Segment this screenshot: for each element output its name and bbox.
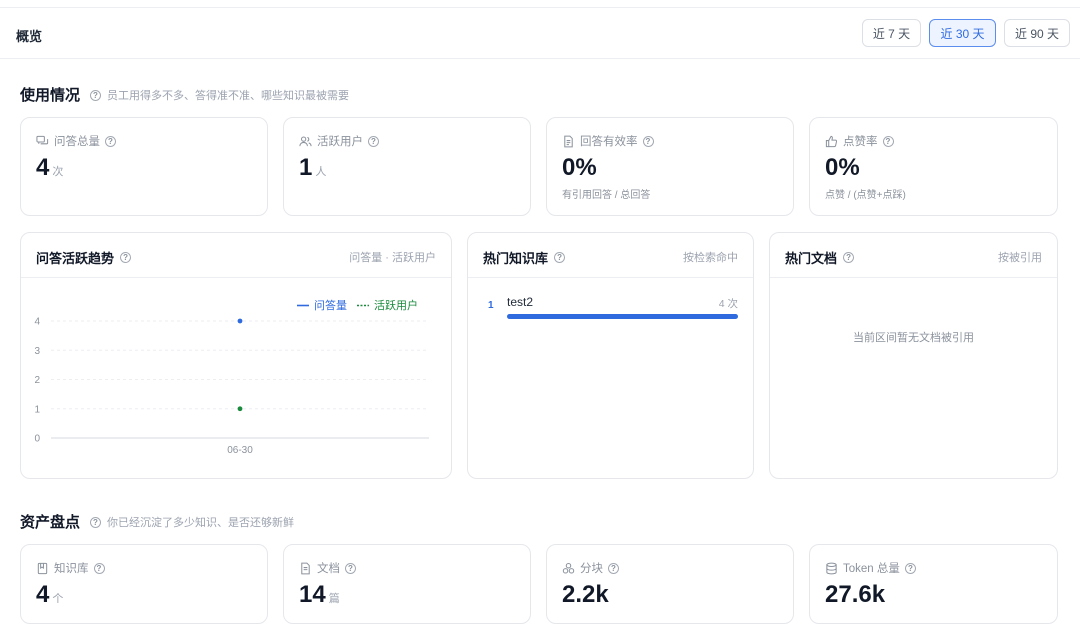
qa-trend-chart: 0 1 2 3 4 06-30 问答量 活跃用户 <box>34 298 429 456</box>
x-tick-label: 06-30 <box>227 445 253 456</box>
help-icon[interactable]: ? <box>345 562 356 574</box>
panel-title: 热门知识库 <box>483 251 549 266</box>
y-tick-label: 4 <box>34 317 40 328</box>
kb-name: test2 <box>507 295 534 309</box>
help-icon[interactable]: ? <box>90 516 101 528</box>
database-icon <box>826 562 837 574</box>
help-icon[interactable]: ? <box>554 252 566 263</box>
stat-label-text: 回答有效率 <box>580 136 638 148</box>
assets-help-text: 你已经沉淀了多少知识、是否还够新鲜 <box>107 517 294 529</box>
panel-note: 问答量 · 活跃用户 <box>349 252 436 264</box>
help-icon[interactable]: ? <box>120 252 132 263</box>
hot-documents-panel: 热门文档 ? 按被引用 当前区间暂无文档被引用 <box>769 232 1058 479</box>
stat-value: 4 <box>36 154 50 181</box>
usage-help-text: 员工用得多不多、答得准不准、哪些知识最被需要 <box>107 90 349 102</box>
panel-note: 按被引用 <box>998 252 1042 264</box>
stat-label-text: 活跃用户 <box>317 136 363 148</box>
blocks-icon <box>562 562 575 574</box>
stat-value: 1 <box>299 154 313 181</box>
stat-label-text: 分块 <box>580 563 603 575</box>
stat-card-like-rate: 点赞率 ? 0% 点赞 / (点赞+点踩) <box>809 117 1058 216</box>
range-90-days-button[interactable]: 近 90 天 <box>1004 19 1070 47</box>
stat-label-text: Token 总量 <box>843 563 900 575</box>
legend-label: 活跃用户 <box>374 298 418 312</box>
kb-hit-bar <box>507 314 738 319</box>
panel-note: 按检索命中 <box>683 252 738 264</box>
stat-value: 0% <box>562 154 597 181</box>
stat-label-text: 点赞率 <box>843 136 878 148</box>
stat-value: 27.6k <box>825 581 886 608</box>
kb-count: 4 次 <box>718 298 738 310</box>
stat-value: 4 <box>36 581 50 608</box>
stat-card-chunks: 分块 ? 2.2k <box>546 544 794 624</box>
thumbs-up-icon <box>825 135 838 147</box>
kb-rank: 1 <box>488 300 494 311</box>
book-icon <box>37 562 48 574</box>
stat-label-text: 知识库 <box>54 563 89 575</box>
help-icon[interactable]: ? <box>608 562 619 574</box>
assets-section-title: 资产盘点 <box>20 514 81 531</box>
panel-title: 热门文档 <box>785 251 838 266</box>
stat-subtext: 点赞 / (点赞+点踩) <box>825 190 906 201</box>
stat-card-qa-total: 问答总量 ? 4次 <box>20 117 268 216</box>
chat-bubbles-icon <box>36 135 49 144</box>
stat-unit: 篇 <box>328 593 340 605</box>
page-header: 概览 近 7 天 近 30 天 近 90 天 <box>0 8 1080 59</box>
y-tick-label: 0 <box>34 434 40 445</box>
range-7-days-button[interactable]: 近 7 天 <box>862 19 921 47</box>
usage-section-title: 使用情况 <box>20 87 81 104</box>
stat-value: 0% <box>825 154 860 181</box>
panel-title: 问答活跃趋势 <box>36 251 115 266</box>
stat-value: 14 <box>299 581 326 608</box>
hot-knowledge-base-panel: 热门知识库 ? 按检索命中 1 test2 4 次 <box>467 232 754 479</box>
legend-label: 问答量 <box>314 298 347 312</box>
empty-state-text: 当前区间暂无文档被引用 <box>853 332 974 344</box>
help-icon[interactable]: ? <box>90 89 101 101</box>
stat-unit: 次 <box>52 166 64 178</box>
stat-label-text: 文档 <box>317 563 340 575</box>
stat-subtext: 有引用回答 / 总回答 <box>562 190 651 201</box>
y-tick-label: 1 <box>34 404 40 415</box>
stat-card-documents: 文档 ? 14 篇 <box>283 544 531 624</box>
help-icon[interactable]: ? <box>642 135 654 147</box>
help-icon[interactable]: ? <box>904 562 916 574</box>
data-point <box>237 406 243 412</box>
document-icon <box>564 135 573 147</box>
help-icon[interactable]: ? <box>368 135 379 147</box>
stat-card-knowledge-bases: 知识库 ? 4个 <box>20 544 268 624</box>
assets-section-help: ? 你已经沉淀了多少知识、是否还够新鲜 <box>90 514 294 530</box>
stat-card-answer-effective-rate: 回答有效率 ? 0% 有引用回答 / 总回答 <box>546 117 794 216</box>
users-icon <box>299 136 312 146</box>
help-icon[interactable]: ? <box>105 135 116 147</box>
page-title: 概览 <box>16 29 43 44</box>
stat-card-active-users: 活跃用户 ? 1人 <box>283 117 531 216</box>
stat-value: 2.2k <box>562 581 609 608</box>
help-icon[interactable]: ? <box>93 562 105 574</box>
stat-unit: 人 <box>315 166 327 178</box>
y-tick-label: 2 <box>34 375 40 386</box>
stat-card-token-total: Token 总量 ? 27.6k <box>809 544 1058 624</box>
usage-section-help: ? 员工用得多不多、答得准不准、哪些知识最被需要 <box>90 87 349 103</box>
help-icon[interactable]: ? <box>843 252 855 263</box>
file-icon <box>301 562 310 574</box>
range-30-days-button[interactable]: 近 30 天 <box>929 19 996 47</box>
y-tick-label: 3 <box>34 346 40 357</box>
kb-hit-bar-fill <box>507 314 738 319</box>
help-icon[interactable]: ? <box>882 135 894 147</box>
qa-trend-panel: 问答活跃趋势 ? 问答量 · 活跃用户 0 1 2 3 4 06-30 问答量 活跃用户 <box>20 232 452 479</box>
stat-label-text: 问答总量 <box>54 136 100 148</box>
stat-unit: 个 <box>52 593 64 605</box>
data-point <box>237 318 243 324</box>
